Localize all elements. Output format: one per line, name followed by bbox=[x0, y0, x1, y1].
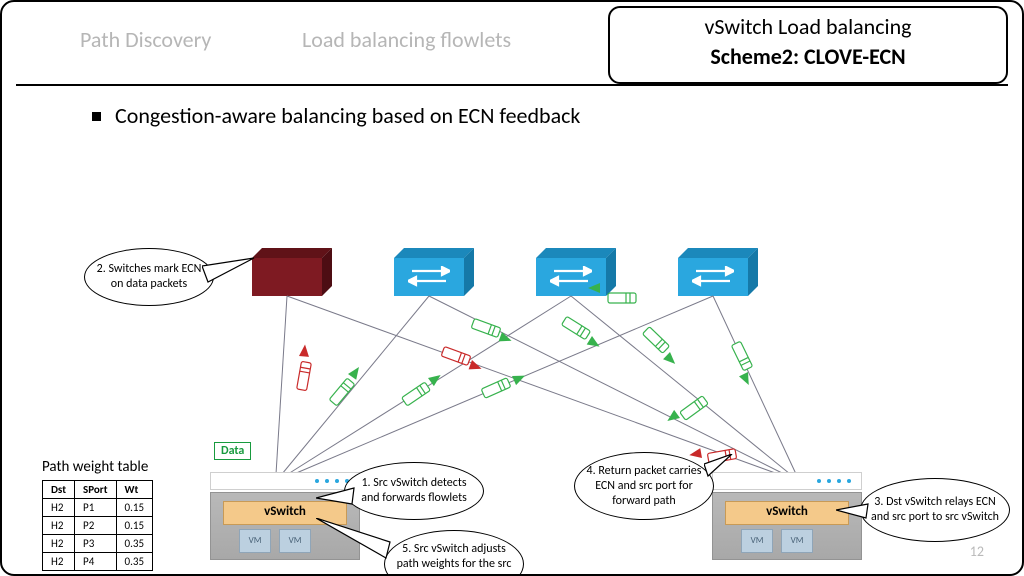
spine-switch-3 bbox=[536, 248, 618, 296]
pwt-c: P1 bbox=[75, 499, 117, 517]
spine-switch-1-congested bbox=[252, 248, 334, 296]
path-weight-table: Dst SPort Wt H2P10.15 H2P20.15 H2P30.35 … bbox=[42, 480, 153, 571]
slide: Path Discovery Load balancing flowlets v… bbox=[0, 0, 1024, 576]
title-line-1: vSwitch Load balancing bbox=[610, 12, 1006, 42]
path-weight-table-title: Path weight table bbox=[42, 458, 148, 476]
tab-load-balancing: Load balancing flowlets bbox=[302, 26, 511, 53]
pwt-c: P3 bbox=[75, 535, 117, 553]
callout-4-tail bbox=[704, 454, 734, 478]
title-box: vSwitch Load balancing Scheme2: CLOVE-EC… bbox=[608, 6, 1008, 84]
tor-switch-right bbox=[712, 472, 862, 490]
vm-right-2: VM bbox=[781, 529, 813, 553]
pwt-c: H2 bbox=[43, 517, 75, 535]
pwt-h2: Wt bbox=[116, 481, 153, 499]
vswitch-right: vSwitch bbox=[725, 501, 849, 525]
callout-4: 4. Return packet carries ECN and src por… bbox=[574, 452, 714, 520]
header-divider bbox=[16, 84, 1008, 86]
tab-path-discovery: Path Discovery bbox=[80, 26, 211, 53]
spine-switch-4 bbox=[678, 248, 760, 296]
callout-1: 1. Src vSwitch detects and forwards flow… bbox=[344, 462, 484, 520]
spine-switch-2 bbox=[394, 248, 476, 296]
pwt-c: P4 bbox=[75, 553, 117, 571]
callout-5-tail bbox=[316, 518, 394, 562]
callout-5: 5. Src vSwitch adjusts path weights for … bbox=[384, 530, 524, 576]
vm-left-2: VM bbox=[279, 529, 311, 553]
pwt-c: 0.15 bbox=[116, 499, 153, 517]
callout-3-tail bbox=[836, 500, 870, 522]
vm-right-1: VM bbox=[741, 529, 773, 553]
pwt-h0: Dst bbox=[43, 481, 75, 499]
pwt-c: 0.35 bbox=[116, 553, 153, 571]
bullet-main: Congestion-aware balancing based on ECN … bbox=[92, 102, 580, 129]
bullet-text: Congestion-aware balancing based on ECN … bbox=[115, 102, 580, 129]
pwt-c: H2 bbox=[43, 535, 75, 553]
pwt-c: 0.35 bbox=[116, 535, 153, 553]
title-line-2: Scheme2: CLOVE-ECN bbox=[610, 42, 1006, 72]
network-diagram bbox=[16, 88, 1012, 568]
callout-2: 2. Switches mark ECN on data packets bbox=[84, 248, 214, 306]
pwt-c: 0.15 bbox=[116, 517, 153, 535]
page-number: 12 bbox=[970, 543, 984, 560]
pwt-c: H2 bbox=[43, 553, 75, 571]
pwt-c: P2 bbox=[75, 517, 117, 535]
data-packet-label: Data bbox=[214, 442, 251, 460]
pwt-h1: SPort bbox=[75, 481, 117, 499]
vm-left-1: VM bbox=[239, 529, 271, 553]
callout-2-tail bbox=[202, 256, 262, 290]
slide-body: Congestion-aware balancing based on ECN … bbox=[16, 88, 1008, 568]
pwt-c: H2 bbox=[43, 499, 75, 517]
callout-3: 3. Dst vSwitch relays ECN and src port t… bbox=[860, 478, 1010, 542]
callout-1-tail bbox=[316, 484, 356, 512]
